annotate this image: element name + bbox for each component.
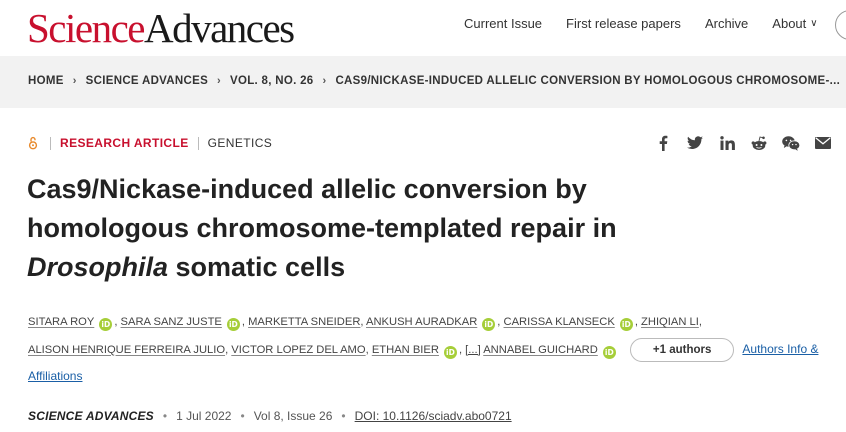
breadcrumb-journal[interactable]: SCIENCE ADVANCES — [86, 75, 208, 87]
authors-ellipsis[interactable]: [...] — [465, 344, 481, 356]
orcid-icon[interactable]: iD — [443, 345, 457, 359]
orcid-icon[interactable]: iD — [99, 318, 113, 331]
publication-date: 1 Jul 2022 — [176, 409, 232, 423]
nav-current-issue[interactable]: Current Issue — [464, 16, 542, 31]
title-line-2: homologous chromosome-templated repair i… — [27, 213, 617, 243]
breadcrumb-bar: HOME › SCIENCE ADVANCES › VOL. 8, NO. 26… — [0, 56, 846, 108]
title-line-1: Cas9/Nickase-induced allelic conversion … — [27, 174, 587, 204]
reddit-icon[interactable] — [750, 134, 768, 152]
article-subject[interactable]: GENETICS — [208, 136, 273, 150]
separator-dot: • — [341, 409, 346, 423]
search-button[interactable] — [835, 10, 846, 40]
breadcrumb-separator-icon: › — [217, 75, 222, 87]
nav-first-release-papers[interactable]: First release papers — [566, 16, 681, 31]
meta-divider — [50, 136, 51, 150]
title-species: Drosophila — [27, 252, 169, 282]
author-name[interactable]: MARKETTA SNEIDER — [248, 316, 360, 328]
publication-info: SCIENCE ADVANCES • 1 Jul 2022 • Vol 8, I… — [28, 409, 512, 423]
share-toolbar — [654, 134, 832, 152]
logo-science-text: Science — [27, 5, 145, 51]
nav-about-label: About — [772, 16, 807, 31]
chevron-down-icon: ∨ — [810, 18, 818, 29]
orcid-icon[interactable]: iD — [482, 318, 496, 331]
author-name[interactable]: SITARA ROY — [28, 316, 94, 328]
wechat-icon[interactable] — [782, 134, 800, 152]
breadcrumb: HOME › SCIENCE ADVANCES › VOL. 8, NO. 26… — [28, 75, 840, 87]
twitter-icon[interactable] — [686, 134, 704, 152]
doi-link[interactable]: DOI: 10.1126/sciadv.abo0721 — [355, 409, 512, 423]
article-meta-row: RESEARCH ARTICLE GENETICS — [28, 136, 272, 150]
separator-dot: • — [240, 409, 245, 423]
author-list: SITARA ROY iD, SARA SANZ JUSTE iD, MARKETT… — [28, 316, 819, 383]
main-nav: Current Issue First release papers Archi… — [464, 16, 818, 31]
separator-dot: • — [162, 409, 168, 423]
meta-divider — [197, 136, 199, 150]
email-icon[interactable] — [814, 134, 832, 152]
article-type: RESEARCH ARTICLE — [60, 136, 189, 150]
breadcrumb-separator-icon: › — [72, 75, 77, 87]
site-header: Science Advances Current Issue First rele… — [0, 0, 846, 56]
author-name[interactable]: ANKUSH AURADKAR — [366, 316, 477, 328]
author-name[interactable]: ZHIQIAN LI — [641, 316, 699, 328]
site-logo[interactable]: Science Advances — [27, 5, 295, 51]
breadcrumb-home[interactable]: HOME — [28, 75, 64, 87]
author-name[interactable]: ETHAN BIER — [372, 344, 439, 356]
author-name[interactable]: CARISSA KLANSECK — [504, 316, 615, 328]
nav-about-menu[interactable]: About ∨ — [772, 16, 817, 31]
logo-advances-text: Advances — [143, 5, 295, 51]
volume-issue[interactable]: Vol 8, Issue 26 — [254, 409, 333, 423]
breadcrumb-issue[interactable]: VOL. 8, NO. 26 — [230, 75, 313, 87]
facebook-icon[interactable] — [654, 134, 672, 152]
author-name[interactable]: VICTOR LOPEZ DEL AMO — [231, 344, 365, 356]
orcid-icon[interactable]: iD — [619, 318, 633, 331]
author-name[interactable]: ALISON HENRIQUE FERREIRA JULIO — [28, 344, 225, 356]
linkedin-icon[interactable] — [718, 134, 736, 152]
author-name[interactable]: ANNABEL GUICHARD — [483, 344, 598, 356]
open-access-icon — [28, 136, 38, 150]
title-line-3: somatic cells — [168, 252, 346, 282]
breadcrumb-separator-icon: › — [322, 75, 327, 87]
orcid-icon[interactable]: iD — [226, 318, 240, 331]
nav-archive[interactable]: Archive — [705, 16, 748, 31]
orcid-icon[interactable]: iD — [602, 345, 616, 359]
article-title: Cas9/Nickase-induced allelic conversion … — [27, 170, 807, 287]
author-name[interactable]: SARA SANZ JUSTE — [121, 316, 222, 328]
more-authors-button[interactable]: +1 authors — [629, 337, 735, 362]
breadcrumb-current-article: CAS9/NICKASE-INDUCED ALLELIC CONVERSION … — [335, 75, 841, 87]
journal-name[interactable]: SCIENCE ADVANCES — [28, 409, 154, 423]
